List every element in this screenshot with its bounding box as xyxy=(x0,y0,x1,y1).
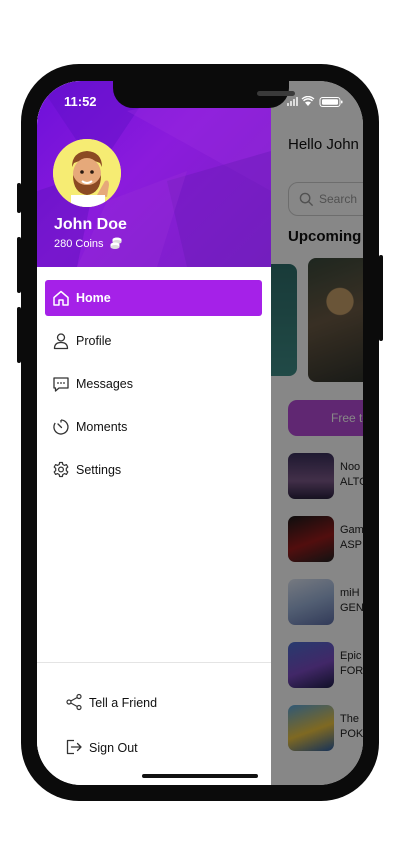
side-button xyxy=(17,307,21,363)
side-button xyxy=(17,183,21,213)
user-icon xyxy=(53,333,69,350)
sign-out-icon xyxy=(66,739,82,755)
home-indicator[interactable] xyxy=(142,774,258,778)
home-icon xyxy=(53,290,69,306)
menu-item-settings[interactable]: Settings xyxy=(45,452,262,488)
side-button xyxy=(17,237,21,293)
menu-item-label: Home xyxy=(76,291,111,305)
menu-item-messages[interactable]: Messages xyxy=(45,366,262,402)
notch xyxy=(113,81,295,108)
wifi-icon xyxy=(301,96,315,106)
avatar[interactable] xyxy=(53,139,121,207)
share-icon xyxy=(66,693,82,711)
menu-item-profile[interactable]: Profile xyxy=(45,323,262,359)
drawer-divider xyxy=(37,662,271,663)
menu-item-label: Moments xyxy=(76,420,128,434)
screen: Hello John Search Upcoming G Free to Noo… xyxy=(37,81,363,785)
gear-icon xyxy=(53,461,69,478)
drawer-overlay-scrim[interactable] xyxy=(271,81,363,785)
footer-item-label: Sign Out xyxy=(89,741,138,755)
sign-out-button[interactable]: Sign Out xyxy=(65,734,245,760)
status-time: 11:52 xyxy=(64,94,97,109)
message-icon xyxy=(53,377,69,392)
coin-balance: 280 Coins xyxy=(54,238,104,250)
coins-icon xyxy=(110,237,122,249)
battery-icon xyxy=(319,97,343,107)
menu-item-label: Messages xyxy=(76,377,133,391)
navigation-drawer: John Doe 280 Coins Home Profile Messages xyxy=(37,81,271,785)
cellular-signal-icon xyxy=(287,97,298,106)
side-button xyxy=(379,255,383,341)
menu-item-moments[interactable]: Moments xyxy=(45,409,262,445)
menu-item-label: Settings xyxy=(76,463,122,477)
user-name: John Doe xyxy=(54,216,127,233)
menu-item-label: Profile xyxy=(76,334,112,348)
menu-item-home[interactable]: Home xyxy=(45,280,262,316)
tell-a-friend-button[interactable]: Tell a Friend xyxy=(65,689,245,715)
status-icons xyxy=(287,96,343,107)
memoji-avatar-icon xyxy=(53,139,121,207)
footer-item-label: Tell a Friend xyxy=(89,696,158,710)
timer-icon xyxy=(53,419,69,435)
